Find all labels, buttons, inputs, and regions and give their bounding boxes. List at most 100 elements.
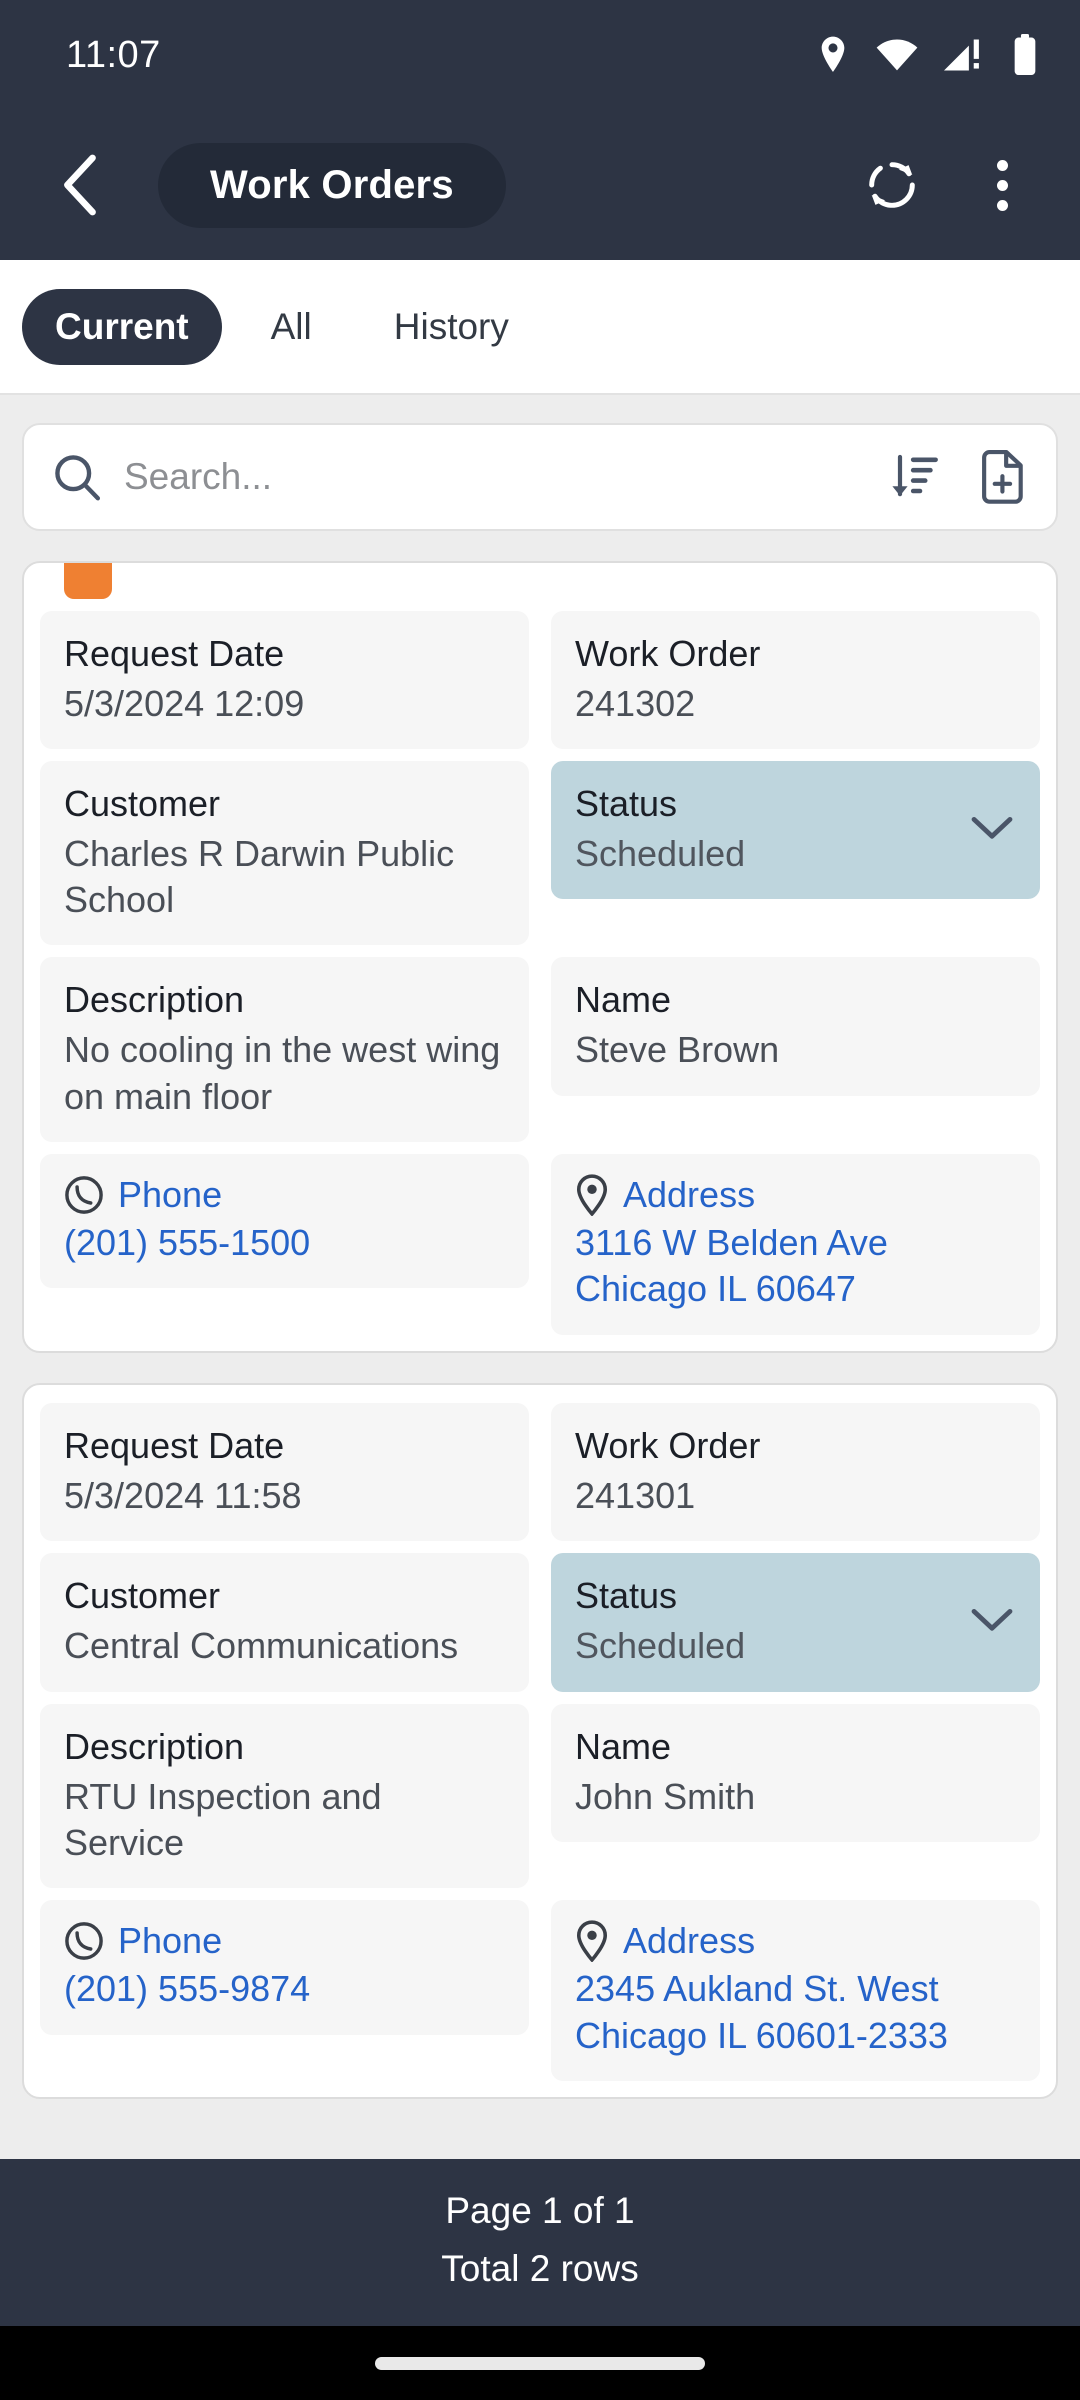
home-indicator[interactable] <box>375 2356 705 2370</box>
address-line1[interactable]: 3116 W Belden Ave <box>575 1220 1016 1267</box>
card-row-3: Description RTU Inspection and Service N… <box>40 1703 1040 1888</box>
status-dropdown[interactable]: Status Scheduled <box>551 1553 1040 1692</box>
chevron-left-icon <box>64 154 96 216</box>
app-bar-actions <box>850 143 1044 227</box>
customer-field: Customer Central Communications <box>40 1553 529 1692</box>
card-row-2: Customer Central Communications Status S… <box>40 1553 1040 1692</box>
work-order-card[interactable]: Request Date 5/3/2024 12:09 Work Order 2… <box>22 561 1058 1354</box>
overflow-menu-button[interactable] <box>960 143 1044 227</box>
card-row-1: Request Date 5/3/2024 12:09 Work Order 2… <box>40 611 1040 750</box>
app-bar: Work Orders <box>0 110 1080 260</box>
phone-header: Phone <box>64 1174 505 1216</box>
search-icon[interactable] <box>52 452 102 502</box>
phone-icon <box>65 1175 103 1214</box>
address-line1[interactable]: 2345 Aukland St. West <box>575 1966 1016 2013</box>
phone-field[interactable]: Phone (201) 555-1500 <box>40 1153 529 1289</box>
address-line2[interactable]: Chicago IL 60647 <box>575 1266 1016 1313</box>
request-date-label: Request Date <box>64 633 285 674</box>
pagination-footer: Page 1 of 1 Total 2 rows <box>0 2159 1080 2326</box>
work-order-value: 241301 <box>575 1475 696 1517</box>
address-field[interactable]: Address 3116 W Belden Ave Chicago IL 606… <box>551 1153 1040 1336</box>
cellular-warning-icon <box>944 39 979 71</box>
status-bar: 11:07 <box>0 0 1080 110</box>
status-dropdown[interactable]: Status Scheduled <box>551 761 1040 900</box>
name-label: Name <box>575 979 672 1021</box>
search-bar <box>22 423 1058 531</box>
name-field: Name Steve Brown <box>551 957 1040 1096</box>
map-pin-icon <box>576 1173 608 1216</box>
sort-descending-icon[interactable] <box>888 451 940 503</box>
new-document-icon[interactable] <box>976 450 1028 504</box>
description-value: RTU Inspection and Service <box>64 1775 382 1863</box>
status-clock: 11:07 <box>66 33 161 76</box>
search-input[interactable] <box>124 456 866 498</box>
request-date-label: Request Date <box>64 1425 285 1467</box>
work-order-value: 241302 <box>575 683 696 725</box>
status-label: Status <box>575 783 678 825</box>
page-indicator: Page 1 of 1 <box>445 2190 635 2232</box>
wifi-icon <box>876 39 918 71</box>
app-screen: 11:07 Work Orders Current All History Se… <box>0 0 1080 2400</box>
phone-label: Phone <box>118 1919 223 1961</box>
description-value: No cooling in the west wing on main floo… <box>64 1029 501 1117</box>
refresh-button[interactable] <box>850 143 934 227</box>
gesture-bar <box>0 2326 1080 2400</box>
name-field: Name John Smith <box>551 1703 1040 1842</box>
tab-all[interactable]: All <box>238 289 345 365</box>
work-order-list[interactable]: Request Date 5/3/2024 12:09 Work Order 2… <box>0 395 1080 2160</box>
battery-icon <box>1014 34 1036 76</box>
phone-header: Phone <box>64 1920 505 1962</box>
work-order-field: Work Order 241301 <box>551 1403 1040 1542</box>
customer-label: Customer <box>64 783 221 825</box>
map-pin-icon <box>576 1920 608 1962</box>
status-value: Scheduled <box>575 833 746 875</box>
card-row-1: Request Date 5/3/2024 11:58 Work Order 2… <box>40 1403 1040 1542</box>
request-date-value: 5/3/2024 11:58 <box>64 1475 302 1517</box>
phone-value[interactable]: (201) 555-9874 <box>64 1966 505 2013</box>
address-label: Address <box>623 1919 756 1961</box>
address-line2[interactable]: Chicago IL 60601-2333 <box>575 2013 1016 2060</box>
work-order-label: Work Order <box>575 633 761 674</box>
tab-current[interactable]: Current <box>22 288 222 365</box>
customer-label: Customer <box>64 1575 221 1617</box>
refresh-icon <box>869 162 915 208</box>
request-date-value: 5/3/2024 12:09 <box>64 683 305 725</box>
work-order-card[interactable]: Request Date 5/3/2024 11:58 Work Order 2… <box>22 1383 1058 2100</box>
work-order-label: Work Order <box>575 1425 761 1467</box>
customer-field: Customer Charles R Darwin Public School <box>40 761 529 946</box>
address-label: Address <box>623 1173 756 1215</box>
description-label: Description <box>64 979 245 1021</box>
status-label: Status <box>575 1575 678 1617</box>
card-row-3: Description No cooling in the west wing … <box>40 957 1040 1142</box>
customer-value: Central Communications <box>64 1625 459 1667</box>
row-count: Total 2 rows <box>441 2247 639 2289</box>
chevron-down-icon <box>971 1609 1013 1631</box>
customer-value: Charles R Darwin Public School <box>64 833 455 921</box>
search-action-group <box>888 450 1028 504</box>
status-icon-group <box>816 34 1038 76</box>
tab-bar: Current All History <box>0 260 1080 395</box>
location-icon <box>821 36 845 72</box>
back-button[interactable] <box>36 142 122 228</box>
page-title-text: Work Orders <box>210 162 454 207</box>
name-label: Name <box>575 1725 672 1767</box>
name-value: Steve Brown <box>575 1029 780 1071</box>
address-field[interactable]: Address 2345 Aukland St. West Chicago IL… <box>551 1899 1040 2082</box>
phone-value[interactable]: (201) 555-1500 <box>64 1220 505 1267</box>
request-date-field: Request Date 5/3/2024 11:58 <box>40 1403 529 1542</box>
status-value: Scheduled <box>575 1625 746 1667</box>
priority-flag-icon <box>64 563 112 599</box>
phone-label: Phone <box>118 1173 223 1215</box>
page-title: Work Orders <box>158 142 506 228</box>
tab-history[interactable]: History <box>361 289 542 365</box>
phone-icon <box>65 1921 103 1960</box>
description-field: Description No cooling in the west wing … <box>40 957 529 1142</box>
work-order-field: Work Order 241302 <box>551 611 1040 750</box>
more-vertical-icon <box>996 159 1008 211</box>
chevron-down-icon <box>971 817 1013 839</box>
address-header: Address <box>575 1174 1016 1216</box>
address-header: Address <box>575 1920 1016 1962</box>
card-row-2: Customer Charles R Darwin Public School … <box>40 761 1040 946</box>
phone-field[interactable]: Phone (201) 555-9874 <box>40 1899 529 2035</box>
card-row-4: Phone (201) 555-9874 Address 2345 Auklan… <box>40 1899 1040 2082</box>
